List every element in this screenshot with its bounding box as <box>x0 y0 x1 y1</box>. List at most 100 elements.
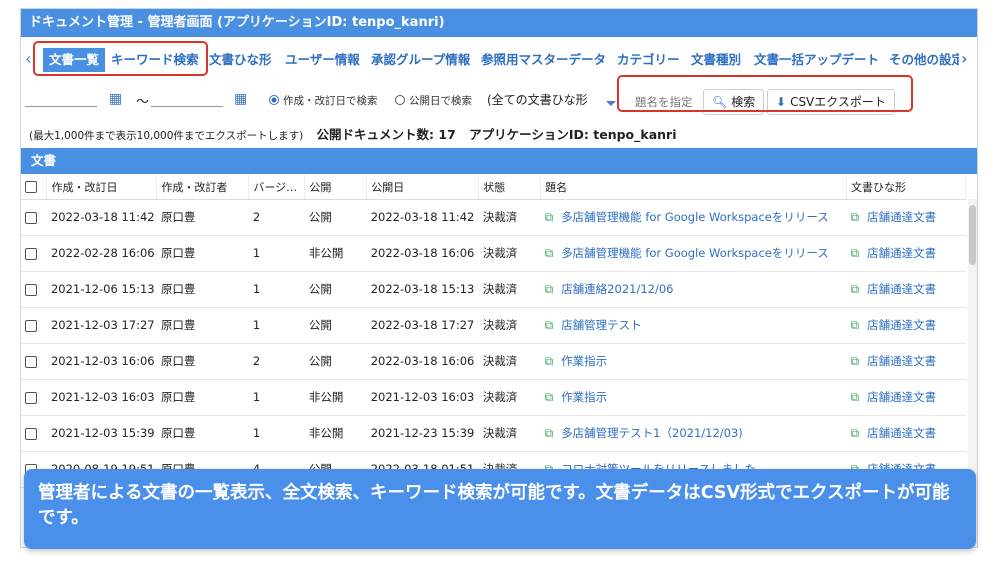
cell-updated-by: 原口豊 <box>156 343 249 380</box>
cell-published-at: 2022-03-18 16:06 <box>366 235 479 272</box>
document-title-link[interactable]: 作業指示 <box>561 354 607 368</box>
cell-published-at: 2021-12-03 16:03 <box>366 379 479 416</box>
cell-title[interactable]: ⧉ 多店舗管理テスト1（2021/12/03) <box>540 415 847 452</box>
cell-template[interactable]: ⧉ 店舗通達文書 <box>846 415 966 452</box>
col-status[interactable]: 状態 <box>478 175 542 200</box>
template-link[interactable]: 店舗通達文書 <box>867 210 936 224</box>
document-title-link[interactable]: 多店舗管理テスト1（2021/12/03) <box>561 426 743 440</box>
cell-updated-by: 原口豊 <box>156 307 249 344</box>
cell-template[interactable]: ⧉ 店舗通達文書 <box>846 379 966 416</box>
document-title-link[interactable]: 多店舗管理機能 for Google Workspaceをリリース <box>561 246 829 260</box>
cell-version: 1 <box>248 415 305 452</box>
external-link-icon[interactable]: ⧉ <box>545 318 554 332</box>
highlight-tabs <box>33 41 208 76</box>
documents-table: 作成・改訂日 作成・改訂者 バージ… 公開 公開日 状態 題名 文書ひな形 20… <box>21 175 966 488</box>
external-link-icon[interactable]: ⧉ <box>851 390 860 404</box>
template-link[interactable]: 店舗通達文書 <box>867 354 936 368</box>
cell-title[interactable]: ⧉ 作業指示 <box>540 379 847 416</box>
date-to-input[interactable] <box>151 106 223 107</box>
document-title-link[interactable]: 店舗連絡2021/12/06 <box>561 282 673 296</box>
row-checkbox[interactable] <box>21 307 47 344</box>
external-link-icon[interactable]: ⧉ <box>851 354 860 368</box>
public-count: 公開ドキュメント数: 17 <box>316 127 456 142</box>
cell-published-at: 2022-03-18 11:42 <box>366 199 479 236</box>
external-link-icon[interactable]: ⧉ <box>545 246 554 260</box>
external-link-icon[interactable]: ⧉ <box>545 282 554 296</box>
cell-status: 決裁済 <box>478 199 541 236</box>
select-all-checkbox[interactable] <box>21 175 48 200</box>
cell-title[interactable]: ⧉ 店舗連絡2021/12/06 <box>540 271 847 308</box>
external-link-icon[interactable]: ⧉ <box>851 246 860 260</box>
tab-approval-groups[interactable]: 承認グループ情報 <box>371 48 470 72</box>
cell-template[interactable]: ⧉ 店舗通達文書 <box>846 271 966 308</box>
external-link-icon[interactable]: ⧉ <box>545 390 554 404</box>
tab-scroll-right-icon[interactable]: › <box>961 49 968 68</box>
row-checkbox[interactable] <box>21 415 47 452</box>
date-from-input[interactable] <box>25 106 97 107</box>
template-link[interactable]: 店舗通達文書 <box>867 390 936 404</box>
cell-title[interactable]: ⧉ 作業指示 <box>540 343 847 380</box>
document-title-link[interactable]: 店舗管理テスト <box>561 318 642 332</box>
row-checkbox[interactable] <box>21 199 47 236</box>
external-link-icon[interactable]: ⧉ <box>851 210 860 224</box>
external-link-icon[interactable]: ⧉ <box>851 318 860 332</box>
tab-scroll-left-icon[interactable]: ‹ <box>25 49 31 68</box>
radio-updated-date[interactable]: 作成・改訂日で検索 <box>269 93 378 108</box>
template-link[interactable]: 店舗通達文書 <box>867 282 936 296</box>
tab-master-data[interactable]: 参照用マスターデータ <box>481 48 606 72</box>
cell-title[interactable]: ⧉ 多店舗管理機能 for Google Workspaceをリリース <box>540 235 847 272</box>
tab-document-type[interactable]: 文書種別 <box>691 48 741 72</box>
cell-template[interactable]: ⧉ 店舗通達文書 <box>846 199 966 236</box>
col-version[interactable]: バージ… <box>248 175 306 200</box>
cell-published-at: 2022-03-18 17:27 <box>366 307 479 344</box>
cell-title[interactable]: ⧉ 多店舗管理機能 for Google Workspaceをリリース <box>540 199 847 236</box>
cell-template[interactable]: ⧉ 店舗通達文書 <box>846 235 966 272</box>
table-row[interactable]: 2021-12-03 16:06 原口豊 2 公開 2022-03-18 16:06 決裁… <box>21 343 966 380</box>
external-link-icon[interactable]: ⧉ <box>851 282 860 296</box>
external-link-icon[interactable]: ⧉ <box>545 354 554 368</box>
tab-category[interactable]: カテゴリー <box>617 48 680 72</box>
row-checkbox[interactable] <box>21 235 47 272</box>
list-info: (最大1,000件まで表示10,000件までエクスポートします) 公開ドキュメン… <box>29 124 677 143</box>
cell-published-at: 2022-03-18 15:13 <box>366 271 479 308</box>
row-checkbox[interactable] <box>21 271 47 308</box>
row-checkbox[interactable] <box>21 343 47 380</box>
col-template[interactable]: 文書ひな形 <box>846 175 966 200</box>
tab-other-settings[interactable]: その他の設定 <box>889 48 959 72</box>
template-link[interactable]: 店舗通達文書 <box>867 318 936 332</box>
table-row[interactable]: 2021-12-03 16:03 原口豊 1 非公開 2021-12-03 16:03 決… <box>21 379 966 416</box>
scrollbar-thumb[interactable] <box>969 205 976 265</box>
table-row[interactable]: 2022-03-18 11:42 原口豊 2 公開 2022-03-18 11:42 決裁… <box>21 199 966 236</box>
col-updated-by[interactable]: 作成・改訂者 <box>156 175 250 200</box>
cell-title[interactable]: ⧉ 店舗管理テスト <box>540 307 847 344</box>
calendar-from-icon[interactable]: ▦ <box>109 91 122 107</box>
col-title[interactable]: 題名 <box>540 175 848 200</box>
calendar-to-icon[interactable]: ▦ <box>234 91 247 107</box>
col-published-at[interactable]: 公開日 <box>366 175 480 200</box>
cell-updated-by: 原口豊 <box>156 415 249 452</box>
cell-template[interactable]: ⧉ 店舗通達文書 <box>846 343 966 380</box>
table-row[interactable]: 2021-12-03 15:39 原口豊 1 非公開 2021-12-23 15:39 決… <box>21 415 966 452</box>
tab-templates[interactable]: 文書ひな形 <box>209 48 272 72</box>
table-row[interactable]: 2021-12-03 17:27 原口豊 1 公開 2022-03-18 17:27 決裁… <box>21 307 966 344</box>
template-link[interactable]: 店舗通達文書 <box>867 246 936 260</box>
caption-banner: 管理者による文書の一覧表示、全文検索、キーワード検索が可能です。文書データはCS… <box>24 469 976 549</box>
col-updated-at[interactable]: 作成・改訂日 <box>46 175 158 200</box>
template-select[interactable]: (全ての文書ひな形 <box>487 91 588 108</box>
radio-published-date[interactable]: 公開日で検索 <box>395 93 472 108</box>
chevron-down-icon[interactable] <box>606 101 616 106</box>
tab-bulk-update[interactable]: 文書一括アップデート <box>754 48 879 72</box>
external-link-icon[interactable]: ⧉ <box>545 210 554 224</box>
template-link[interactable]: 店舗通達文書 <box>867 426 936 440</box>
table-row[interactable]: 2021-12-06 15:13 原口豊 1 公開 2022-03-18 15:13 決裁… <box>21 271 966 308</box>
tab-user-info[interactable]: ユーザー情報 <box>285 48 360 72</box>
cell-template[interactable]: ⧉ 店舗通達文書 <box>846 307 966 344</box>
external-link-icon[interactable]: ⧉ <box>851 426 860 440</box>
document-title-link[interactable]: 多店舗管理機能 for Google Workspaceをリリース <box>561 210 829 224</box>
table-row[interactable]: 2022-02-28 16:06 原口豊 1 非公開 2022-03-18 16:06 決… <box>21 235 966 272</box>
external-link-icon[interactable]: ⧉ <box>545 426 554 440</box>
col-public[interactable]: 公開 <box>304 175 368 200</box>
document-title-link[interactable]: 作業指示 <box>561 390 607 404</box>
cell-status: 決裁済 <box>478 379 541 416</box>
row-checkbox[interactable] <box>21 379 47 416</box>
